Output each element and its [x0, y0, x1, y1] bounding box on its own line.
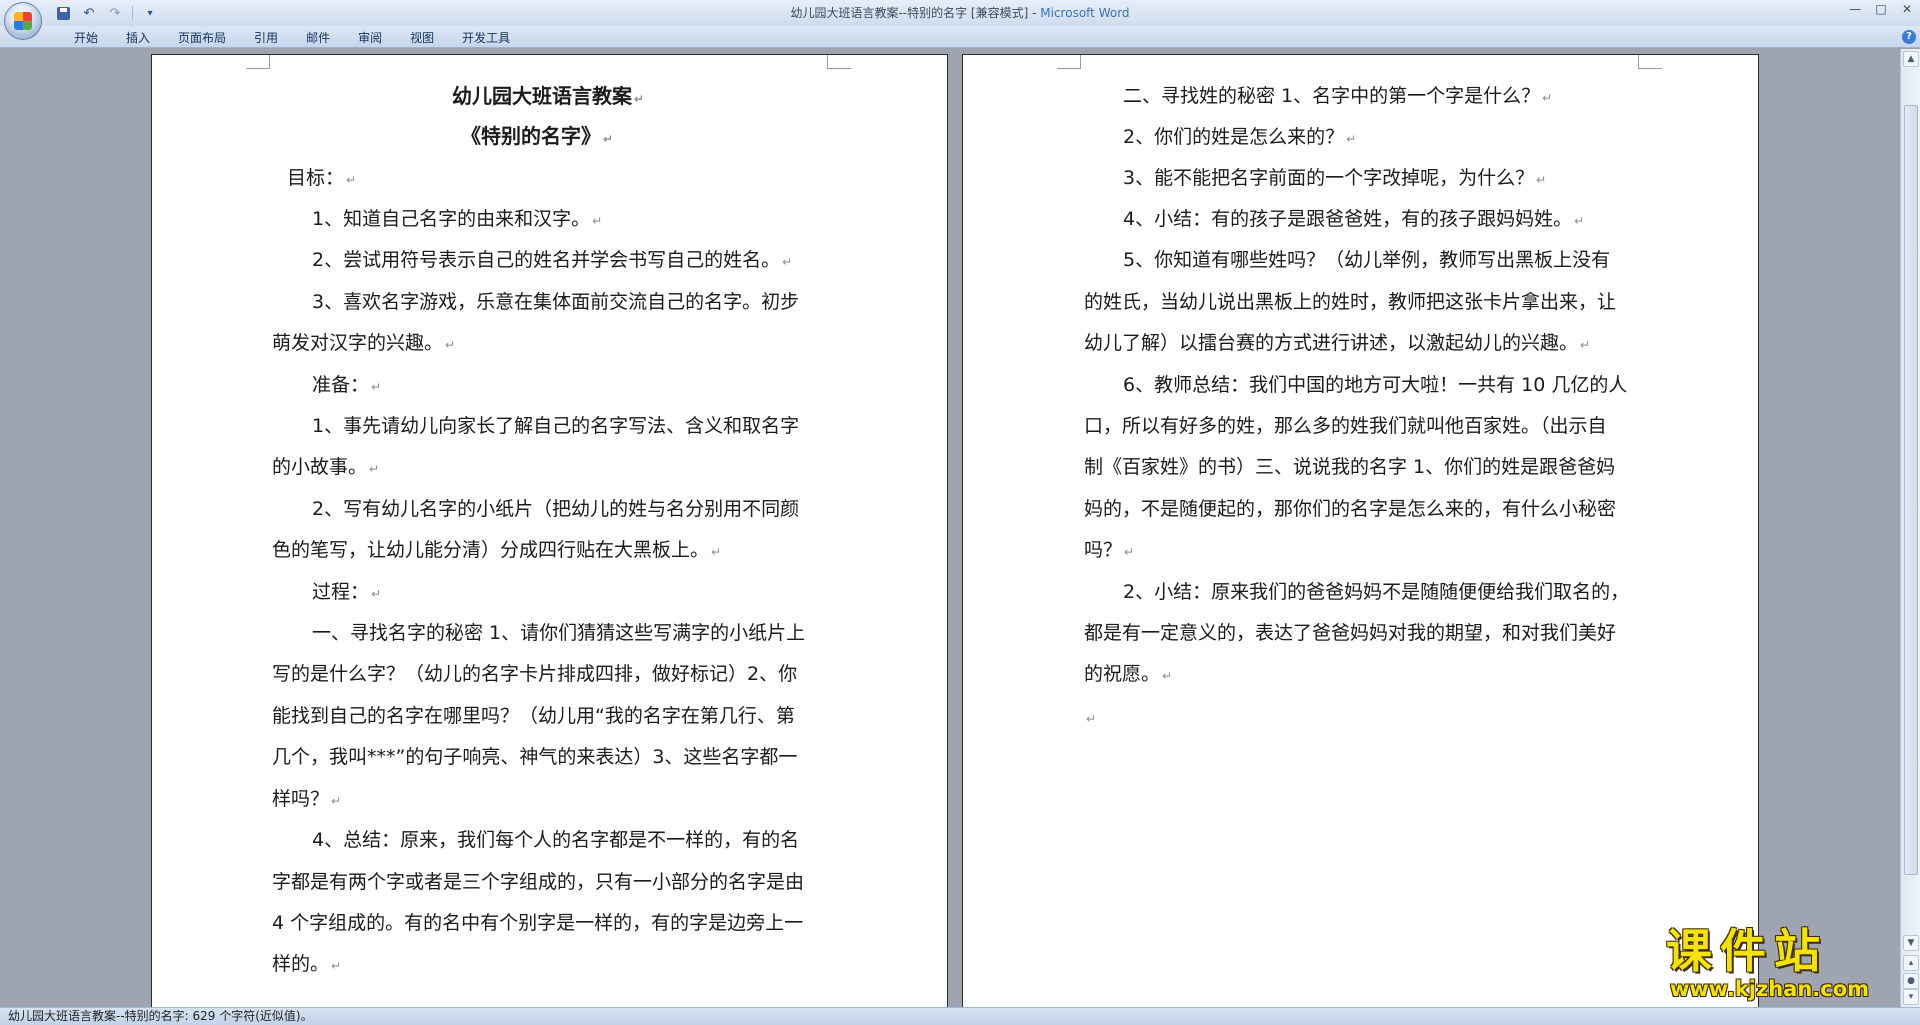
- doc-paragraph: 1、事先请幼儿向家长了解自己的名字写法、含义和取名字: [312, 415, 800, 437]
- page-left[interactable]: 幼儿园大班语言教案 ↵ 《特别的名字》 ↵ 目标： ↵ 1、知道自己名字的由来和汉字。…: [151, 54, 948, 1007]
- doc-paragraph: 4、小结：有的孩子是跟爸爸姓，有的孩子跟妈妈姓。 ↵: [1123, 208, 1585, 230]
- window-title-doc: 幼儿园大班语言教案--特别的名字 [兼容模式] -: [790, 6, 1041, 20]
- doc-paragraph: 4 个字组成的。有的名中有个别字是一样的，有的字是边旁上一: [272, 912, 804, 934]
- tab-references[interactable]: 引用: [240, 28, 292, 48]
- office-button[interactable]: [4, 2, 42, 40]
- doc-paragraph: 准备： ↵: [312, 374, 382, 396]
- ribbon: 开始 插入 页面布局 引用 邮件 审阅 视图 开发工具 ?: [0, 26, 1920, 48]
- tab-home[interactable]: 开始: [60, 28, 112, 48]
- doc-paragraph: 2、写有幼儿名字的小纸片（把幼儿的姓与名分别用不同颜: [312, 498, 800, 520]
- tab-page-layout[interactable]: 页面布局: [164, 28, 240, 48]
- doc-paragraph: 的姓氏，当幼儿说出黑板上的姓时，教师把这张卡片拿出来，让: [1084, 291, 1617, 313]
- doc-paragraph: 都是有一定意义的，表达了爸爸妈妈对我的期望，和对我们美好: [1084, 622, 1617, 644]
- doc-paragraph: 样吗？ ↵: [272, 788, 342, 810]
- doc-title: 幼儿园大班语言教案 ↵: [452, 84, 645, 108]
- maximize-button[interactable]: □: [1868, 0, 1894, 18]
- doc-paragraph: 制《百家姓》的书）三、说说我的名字 1、你们的姓是跟爸爸妈: [1084, 456, 1616, 478]
- office-logo-icon: [14, 12, 32, 30]
- doc-paragraph: 吗？ ↵: [1084, 539, 1135, 561]
- minimize-icon: —: [1849, 2, 1861, 16]
- doc-paragraph: 目标： ↵: [287, 167, 357, 189]
- doc-paragraph: 2、尝试用符号表示自己的姓名并学会书写自己的姓名。 ↵: [312, 249, 793, 271]
- minimize-button[interactable]: —: [1842, 0, 1868, 18]
- browse-object-icon: ●: [1907, 976, 1915, 986]
- doc-paragraph: 3、能不能把名字前面的一个字改掉呢，为什么？ ↵: [1123, 167, 1547, 189]
- doc-paragraph: 6、教师总结：我们中国的地方可大啦！一共有 10 几亿的人: [1123, 374, 1628, 396]
- status-text: 幼儿园大班语言教案--特别的名字: 629 个字符(近似值)。: [8, 1009, 313, 1023]
- window-title-app: Microsoft Word: [1040, 6, 1130, 20]
- help-icon[interactable]: ?: [1902, 30, 1916, 44]
- doc-paragraph: 4、总结：原来，我们每个人的名字都是不一样的，有的名: [312, 829, 800, 851]
- arrow-up-icon: ▲: [1907, 54, 1915, 64]
- tab-developer[interactable]: 开发工具: [448, 28, 524, 48]
- doc-paragraph: 妈的，不是随便起的，那你们的名字是怎么来的，有什么小秘密: [1084, 498, 1617, 520]
- doc-paragraph: 写的是什么字？（幼儿的名字卡片排成四排，做好标记）2、你: [272, 663, 798, 685]
- status-bar: 幼儿园大班语言教案--特别的名字: 629 个字符(近似值)。: [0, 1007, 1920, 1025]
- doc-paragraph: 3、喜欢名字游戏，乐意在集体面前交流自己的名字。初步: [312, 291, 800, 313]
- doc-paragraph: 幼儿了解）以擂台赛的方式进行讲述，以激起幼儿的兴趣。 ↵: [1084, 332, 1591, 354]
- vertical-scrollbar[interactable]: ▲ ▼ ▴ ● ▾: [1900, 49, 1920, 1007]
- maximize-icon: □: [1875, 2, 1887, 16]
- doc-paragraph: 过程： ↵: [312, 581, 382, 603]
- crop-mark: [1057, 55, 1081, 69]
- close-icon: ✕: [1901, 2, 1913, 16]
- scroll-thumb[interactable]: [1904, 105, 1918, 875]
- document-area: 幼儿园大班语言教案 ↵ 《特别的名字》 ↵ 目标： ↵ 1、知道自己名字的由来和汉字。…: [0, 49, 1900, 1007]
- next-page-icon: ▾: [1908, 992, 1914, 1002]
- watermark-logo-text: 课件站: [1666, 924, 1828, 978]
- prev-page-icon: ▴: [1908, 958, 1914, 968]
- doc-paragraph: 几个，我叫***”的句子响亮、神气的来表达）3、这些名字都一: [272, 746, 798, 768]
- window-title: 幼儿园大班语言教案--特别的名字 [兼容模式] - Microsoft Word: [0, 4, 1920, 21]
- watermark: 课件站 www.kjzhan.com: [1666, 925, 1906, 1005]
- tab-review[interactable]: 审阅: [344, 28, 396, 48]
- empty-paragraph: ↵: [1086, 712, 1097, 726]
- doc-paragraph: 字都是有两个字或者是三个字组成的，只有一小部分的名字是由: [272, 871, 805, 893]
- doc-paragraph: 一、寻找名字的秘密 1、请你们猜猜这些写满字的小纸片上: [312, 622, 806, 644]
- crop-mark: [827, 55, 851, 69]
- arrow-down-icon: ▼: [1907, 938, 1915, 948]
- watermark-url: www.kjzhan.com: [1670, 977, 1870, 1001]
- crop-mark: [246, 55, 270, 69]
- doc-paragraph: 的祝愿。 ↵: [1084, 663, 1173, 685]
- window-controls: — □ ✕: [1842, 0, 1920, 20]
- word-window: ↶ ↷ ▾ 幼儿园大班语言教案--特别的名字 [兼容模式] - Microsof…: [0, 0, 1920, 1025]
- page-right[interactable]: 二、寻找姓的秘密 1、名字中的第一个字是什么？ ↵ 2、你们的姓是怎么来的？ ↵ 3…: [962, 54, 1759, 1007]
- ribbon-tabs: 开始 插入 页面布局 引用 邮件 审阅 视图 开发工具: [60, 28, 524, 48]
- doc-subtitle: 《特别的名字》 ↵: [461, 124, 614, 148]
- scroll-up-button[interactable]: ▲: [1903, 51, 1919, 67]
- doc-paragraph: 色的笔写，让幼儿能分清）分成四行贴在大黑板上。 ↵: [272, 539, 722, 561]
- doc-paragraph: 口，所以有好多的姓，那么多的姓我们就叫他百家姓。（出示自: [1084, 415, 1607, 437]
- tab-insert[interactable]: 插入: [112, 28, 164, 48]
- doc-paragraph: 样的。 ↵: [272, 953, 342, 975]
- doc-paragraph: 2、小结：原来我们的爸爸妈妈不是随随便便给我们取名的，: [1123, 581, 1630, 603]
- doc-paragraph: 二、寻找姓的秘密 1、名字中的第一个字是什么？ ↵: [1123, 85, 1553, 107]
- doc-paragraph: 2、你们的姓是怎么来的？ ↵: [1123, 126, 1357, 148]
- doc-paragraph: 能找到自己的名字在哪里吗？（幼儿用“我的名字在第几行、第: [272, 705, 795, 727]
- doc-paragraph: 的小故事。 ↵: [272, 456, 380, 478]
- close-button[interactable]: ✕: [1894, 0, 1920, 18]
- tab-mailings[interactable]: 邮件: [292, 28, 344, 48]
- doc-paragraph: 1、知道自己名字的由来和汉字。 ↵: [312, 208, 603, 230]
- tab-view[interactable]: 视图: [396, 28, 448, 48]
- crop-mark: [1638, 55, 1662, 69]
- doc-paragraph: 5、你知道有哪些姓吗？（幼儿举例，教师写出黑板上没有: [1123, 249, 1611, 271]
- doc-paragraph: 萌发对汉字的兴趣。 ↵: [272, 332, 456, 354]
- title-bar: ↶ ↷ ▾ 幼儿园大班语言教案--特别的名字 [兼容模式] - Microsof…: [0, 0, 1920, 40]
